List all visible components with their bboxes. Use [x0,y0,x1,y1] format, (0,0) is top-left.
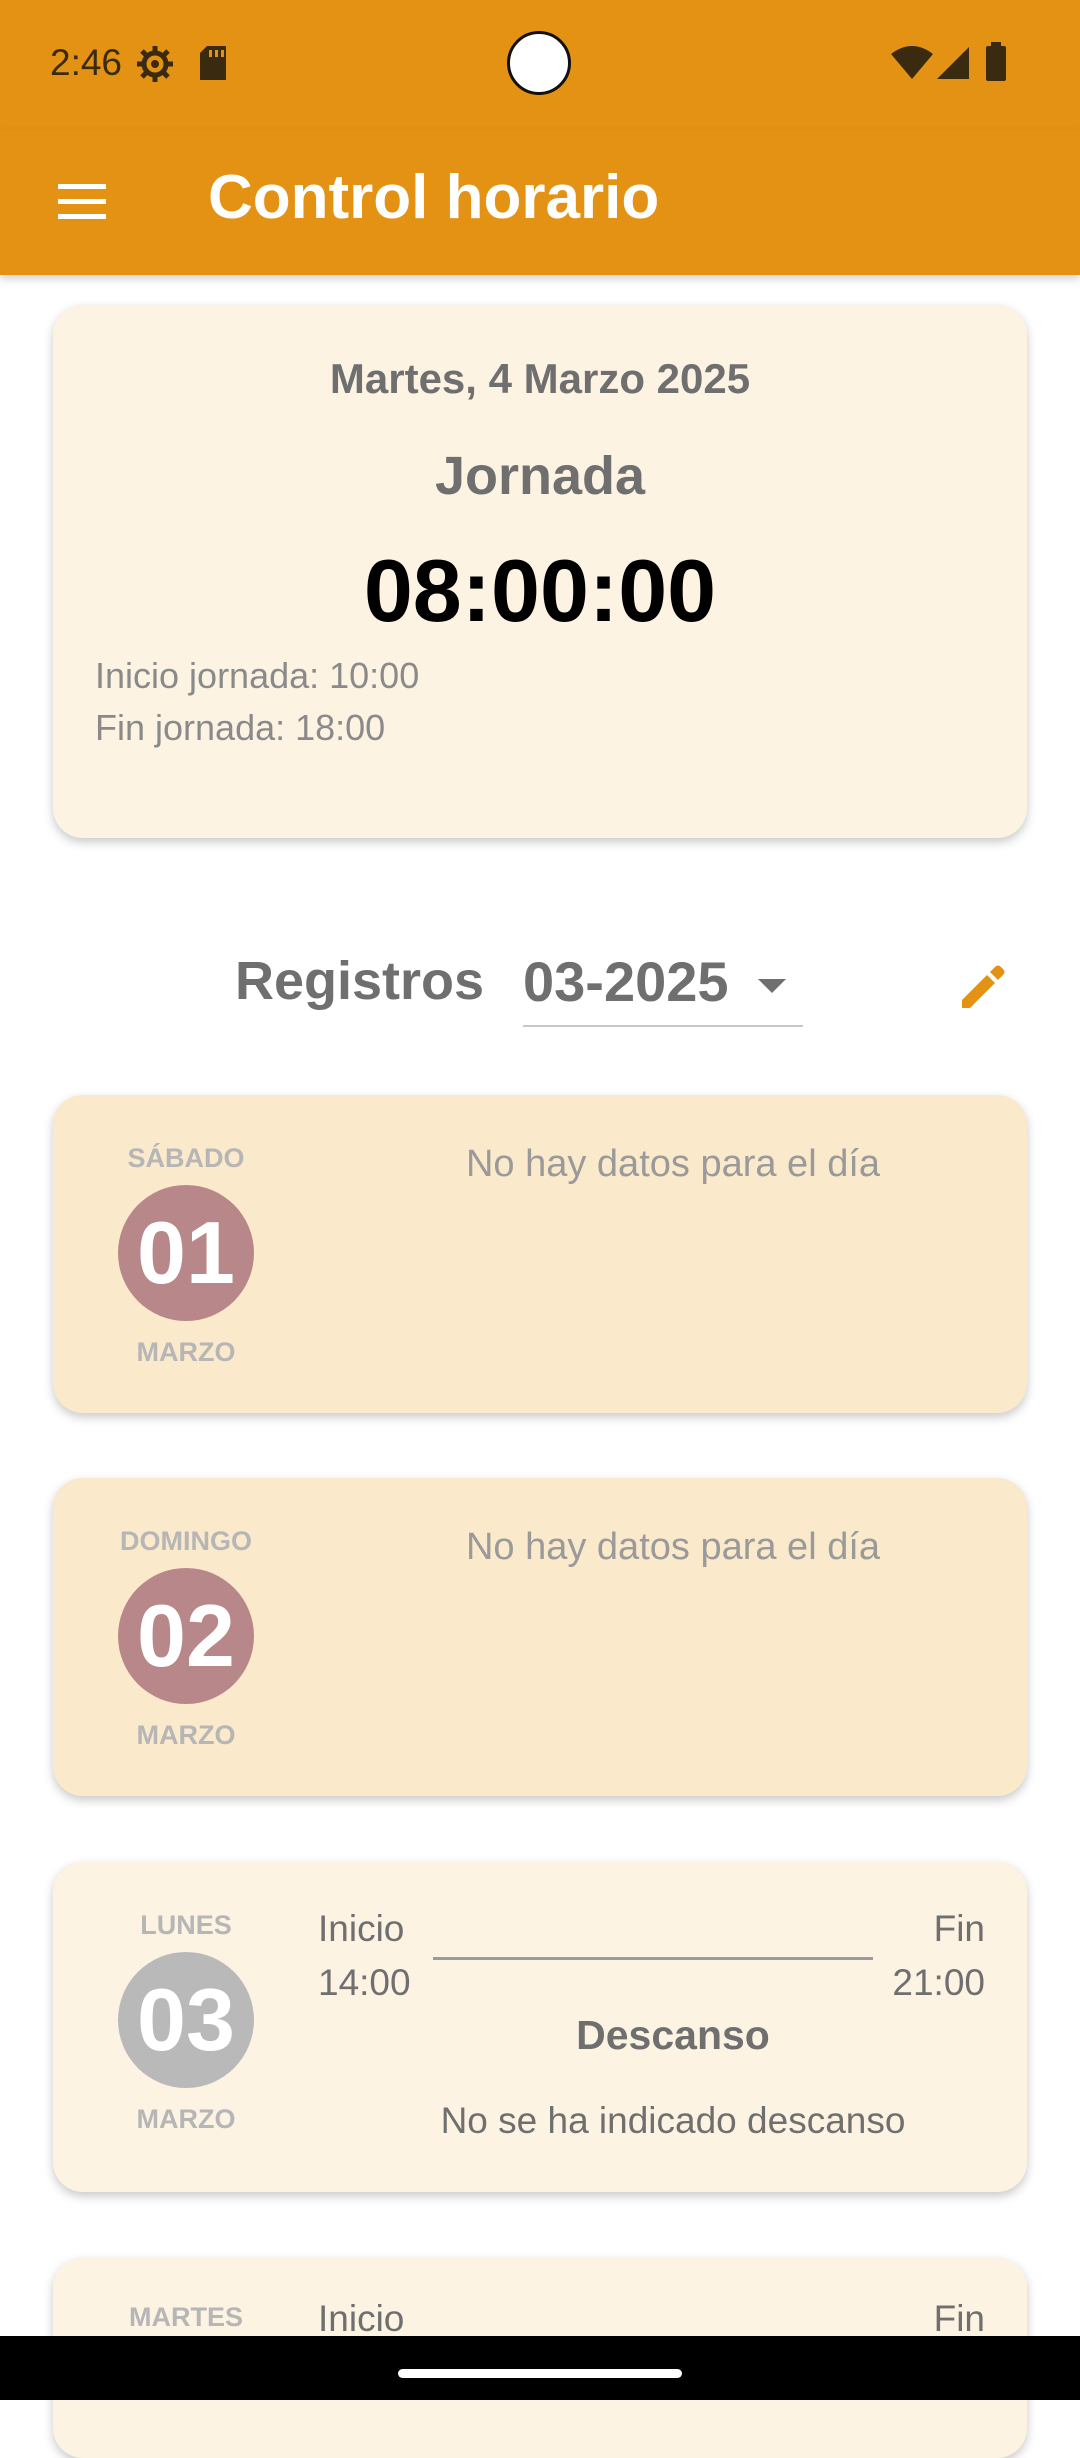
month-label: MARZO [136,2104,236,2134]
time-range-line [433,1957,873,1960]
month-selector-dropdown[interactable]: 03-2025 [523,945,803,1027]
break-title: Descanso [576,2012,770,2058]
end-label: Fin [933,1908,985,1949]
today-summary-card: Martes, 4 Marzo 2025 Jornada 08:00:00 In… [53,305,1027,838]
weekday-label: MARTES [129,2302,243,2332]
status-time: 2:46 [50,42,123,83]
month-label: MARZO [136,1720,236,1750]
home-gesture-handle[interactable] [398,2369,682,2378]
workday-label: Jornada [434,446,646,506]
status-bar: 2:46 [0,0,1080,130]
start-label: Inicio [318,1908,405,1949]
start-time: 14:00 [318,1962,411,2003]
day-number-circle: 02 [118,1568,254,1704]
records-label: Registros [235,951,485,1011]
day-card-02[interactable]: DOMINGO 02 MARZO No hay datos para el dí… [53,1478,1027,1796]
selected-month: 03-2025 [523,950,729,1013]
today-date: Martes, 4 Marzo 2025 [329,355,751,402]
weekday-label: LUNES [140,1910,232,1940]
app-title: Control horario [208,163,660,232]
start-label: Inicio [318,2298,405,2339]
weekday-label: SÁBADO [127,1143,245,1173]
no-data-message: No hay datos para el día [465,1143,881,1185]
battery-icon [986,42,1006,81]
day-card-01[interactable]: SÁBADO 01 MARZO No hay datos para el día [53,1095,1027,1413]
app-bar: Control horario [0,130,1080,275]
hamburger-menu-icon[interactable] [52,180,112,224]
dropdown-arrow-icon [758,979,786,993]
sd-card-icon [200,46,226,80]
end-time: 21:00 [892,1962,985,2003]
cell-signal-icon [937,47,969,79]
weekday-label: DOMINGO [120,1526,252,1556]
system-navigation-bar [0,2336,1080,2400]
workday-total-time: 08:00:00 [363,541,717,640]
month-label: MARZO [136,1337,236,1367]
workday-end-text: Fin jornada: 18:00 [95,707,386,748]
break-note: No se ha indicado descanso [440,2100,906,2141]
day-number-circle: 01 [118,1185,254,1321]
end-label: Fin [933,2298,985,2339]
settings-gear-icon [137,46,173,82]
no-data-message: No hay datos para el día [465,1526,881,1568]
edit-pencil-icon[interactable] [958,962,1008,1012]
day-card-03[interactable]: LUNES 03 MARZO Inicio 14:00 Fin 21:00 De… [53,1862,1027,2192]
workday-start-text: Inicio jornada: 10:00 [95,655,420,696]
camera-cutout [507,31,571,95]
wifi-icon [891,46,933,79]
day-number-circle: 03 [118,1952,254,2088]
